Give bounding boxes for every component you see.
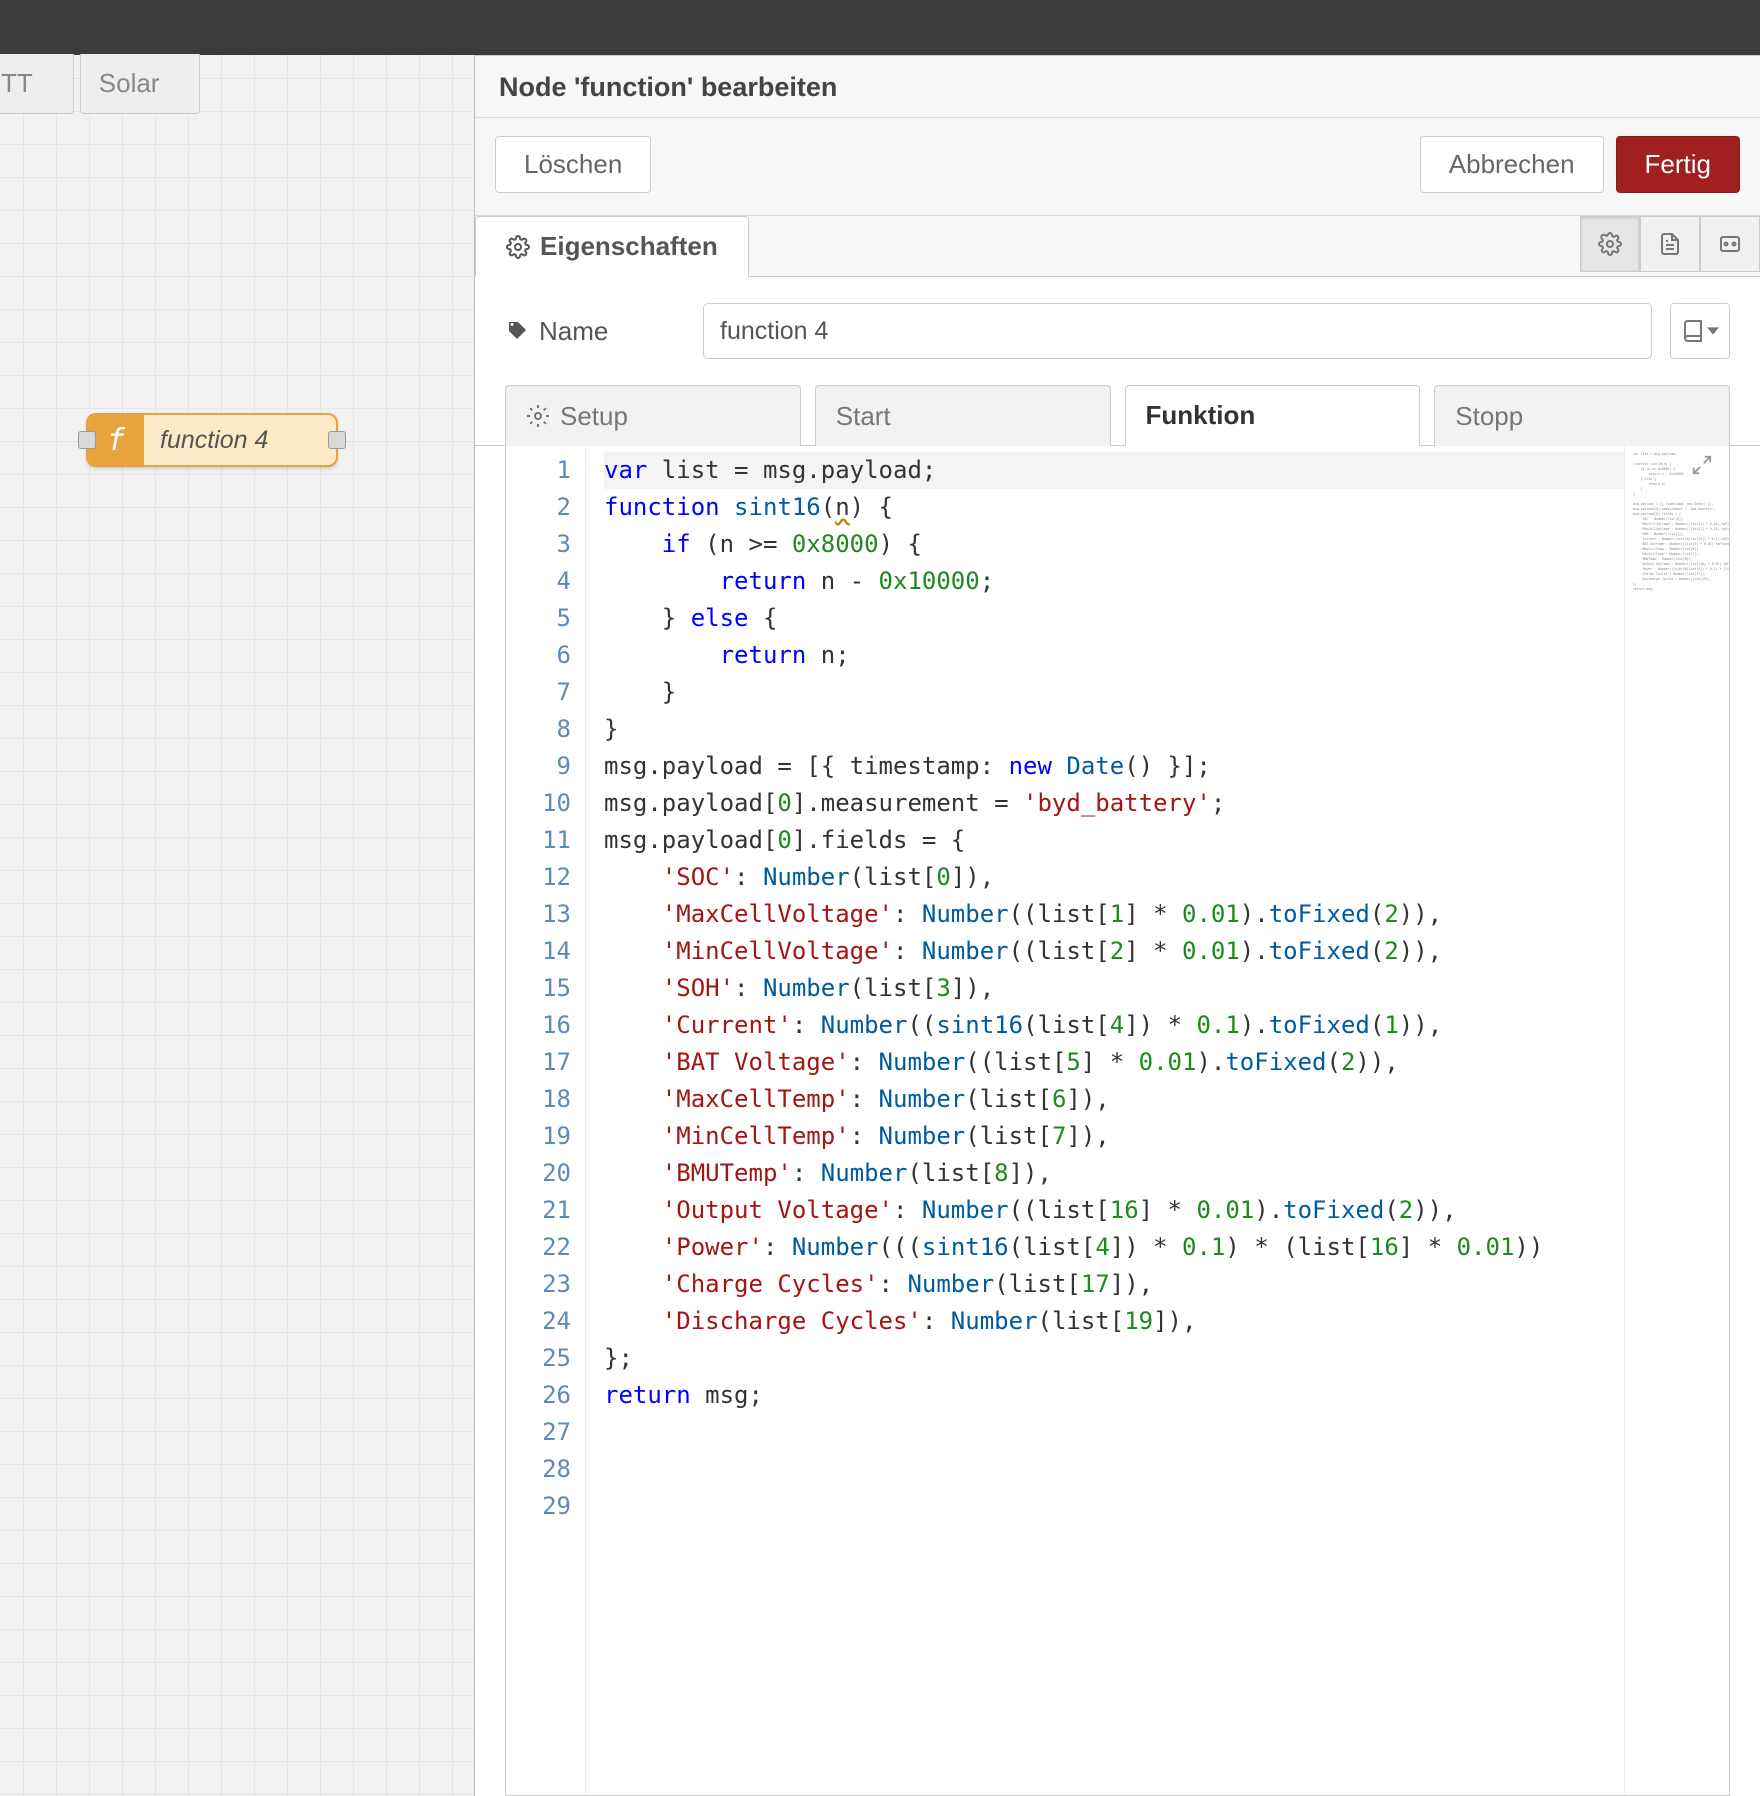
workspace-tab[interactable]: Solar	[80, 54, 201, 114]
properties-tab-bar: Eigenschaften	[475, 216, 1760, 277]
name-label: Name	[505, 316, 685, 347]
code-minimap[interactable]: var list = msg.payload; function sint16(…	[1624, 446, 1729, 1795]
node-port-out[interactable]	[328, 431, 346, 449]
minimap-content: var list = msg.payload; function sint16(…	[1633, 452, 1721, 597]
delete-button[interactable]: Löschen	[495, 136, 651, 193]
function-tab[interactable]: Funktion	[1125, 385, 1421, 446]
node-editor-panel: Node 'function' bearbeiten Löschen Abbre…	[475, 55, 1760, 1796]
flow-canvas[interactable]: TT Solar f function 4	[0, 55, 475, 1796]
caret-down-icon	[1707, 325, 1719, 337]
stop-tab-label: Stopp	[1455, 401, 1523, 432]
workspace-tabs: TT Solar	[0, 55, 474, 113]
gear-icon	[526, 404, 550, 428]
document-icon	[1658, 232, 1682, 256]
workspace-tab[interactable]: TT	[0, 54, 74, 114]
name-input[interactable]	[703, 303, 1652, 359]
line-number-gutter: 1234567891011121314151617181920212223242…	[506, 446, 586, 1795]
function-node-icon: f	[88, 415, 144, 465]
function-tab-label: Funktion	[1146, 400, 1256, 431]
setup-tab-label: Setup	[560, 401, 628, 432]
start-tab[interactable]: Start	[815, 385, 1111, 446]
book-icon	[1681, 319, 1705, 343]
function-node[interactable]: f function 4	[86, 413, 338, 467]
start-tab-label: Start	[836, 401, 891, 432]
code-content[interactable]: var list = msg.payload;function sint16(n…	[586, 446, 1624, 1795]
app-topbar	[0, 0, 1760, 55]
cancel-button[interactable]: Abbrechen	[1420, 136, 1604, 193]
node-description-button[interactable]	[1640, 216, 1700, 272]
code-editor[interactable]: 1234567891011121314151617181920212223242…	[505, 446, 1730, 1796]
properties-tab[interactable]: Eigenschaften	[475, 216, 749, 277]
node-appearance-button[interactable]	[1700, 216, 1760, 272]
done-button[interactable]: Fertig	[1616, 136, 1740, 193]
tag-icon	[505, 319, 529, 343]
name-field-row: Name	[505, 303, 1730, 359]
properties-tab-label: Eigenschaften	[540, 231, 718, 262]
setup-tab[interactable]: Setup	[505, 385, 801, 446]
stop-tab[interactable]: Stopp	[1434, 385, 1730, 446]
panel-title: Node 'function' bearbeiten	[475, 56, 1760, 118]
function-node-label: function 4	[144, 426, 336, 455]
node-settings-button[interactable]	[1580, 216, 1640, 272]
node-port-in[interactable]	[78, 431, 96, 449]
gear-icon	[1598, 232, 1622, 256]
form-area: Name	[475, 277, 1760, 379]
code-tab-bar: Setup Start Funktion Stopp	[475, 385, 1760, 446]
panel-button-row: Löschen Abbrechen Fertig	[475, 118, 1760, 216]
appearance-icon	[1718, 232, 1742, 256]
gear-icon	[506, 235, 530, 259]
library-menu-button[interactable]	[1670, 303, 1730, 359]
